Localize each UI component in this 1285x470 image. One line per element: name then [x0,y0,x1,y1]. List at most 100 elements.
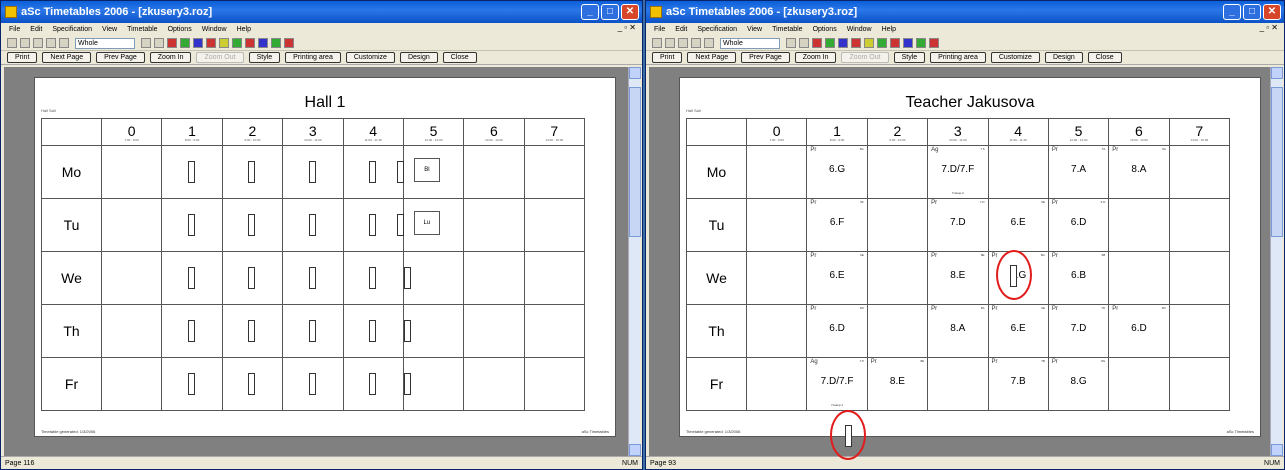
redo-icon[interactable] [154,38,164,48]
lesson-cell[interactable]: Kl [221,304,284,358]
subjects-icon[interactable] [864,38,874,48]
lesson-cell[interactable]: Pr 7A 7.A [1047,145,1110,199]
lesson-cell[interactable]: Pr 6D 6.D [806,304,868,358]
lesson-tag[interactable]: Mi [403,320,411,342]
lesson-cell[interactable] [745,304,808,358]
scroll-down-icon[interactable] [1271,444,1283,456]
lesson-cell[interactable] [745,357,808,411]
menu-specification[interactable]: Specification [52,26,92,33]
subjects-icon[interactable] [219,38,229,48]
lesson-tag[interactable]: Sv [369,373,377,395]
mdi-controls-icon[interactable]: _ ▫ ✕ [618,23,636,32]
minimize-icon[interactable]: _ [581,4,599,20]
lesson-tag[interactable]: Fe [403,267,411,289]
classes-icon[interactable] [838,38,848,48]
lesson-cell[interactable] [866,198,929,252]
printing-area-button[interactable]: Printing area [930,52,986,63]
prev-page-button[interactable]: Prev Page [96,52,145,63]
lesson-cell[interactable]: LpHe [342,145,404,199]
lesson-cell[interactable]: Mi [402,304,465,358]
rooms-icon[interactable] [206,38,216,48]
lesson-tag[interactable]: Fr [308,320,316,342]
view-combo[interactable]: Whole [720,37,780,49]
lesson-cell[interactable] [1168,357,1231,411]
title-bar[interactable]: aSc Timetables 2006 - [zkusery3.roz] _ □… [646,1,1284,23]
new-icon[interactable] [652,38,662,48]
preview-viewport[interactable]: Teacher Jakusova Hall Sali 0 7:00 - 8:00 … [649,67,1271,460]
lesson-cell[interactable] [523,357,586,411]
lesson-cell[interactable]: Ag 7.5 7.D/7.F 7xskup.1 [806,357,868,411]
lesson-tag[interactable]: Lp [248,267,256,289]
classes-icon[interactable] [193,38,203,48]
lesson-cell[interactable]: Gy [161,198,223,252]
printing-area-button[interactable]: Printing area [285,52,341,63]
lesson-cell[interactable] [1108,198,1170,252]
lesson-tag[interactable]: Mr [369,214,377,236]
lesson-cell[interactable] [1108,357,1170,411]
close-icon[interactable]: ✕ [1263,4,1281,20]
menu-window[interactable]: Window [202,26,227,33]
undo-icon[interactable] [141,38,151,48]
lesson-tag[interactable]: Kl [248,320,256,342]
open-icon[interactable] [20,38,30,48]
menu-view[interactable]: View [747,26,762,33]
lesson-cell[interactable]: Kl [282,357,344,411]
zoom-out-button[interactable]: Zoom Out [196,52,244,63]
lesson-cell[interactable]: Tm [342,251,404,305]
lesson-tag[interactable]: Hu [248,373,256,395]
next-page-button[interactable]: Next Page [42,52,92,63]
save-icon[interactable] [678,38,688,48]
redo-icon[interactable] [799,38,809,48]
lesson-cell[interactable]: Fr [282,145,344,199]
lesson-cell[interactable]: 6E 6.E [987,198,1049,252]
lesson-cell[interactable] [523,304,586,358]
generate-icon[interactable] [812,38,822,48]
menu-timetable[interactable]: Timetable [127,26,157,33]
lesson-cell[interactable]: Pr 8G 8.G [1047,357,1110,411]
menu-options[interactable]: Options [168,26,192,33]
menu-help[interactable]: Help [882,26,896,33]
lesson-tag[interactable]: Hn [403,373,411,395]
lesson-cell[interactable] [463,145,525,199]
lesson-cell[interactable] [866,251,929,305]
lesson-cell[interactable]: Pr 6D 6.D [1108,304,1170,358]
maximize-icon[interactable]: □ [1243,4,1261,20]
menu-file[interactable]: File [654,26,665,33]
menu-help[interactable]: Help [237,26,251,33]
design-button[interactable]: Design [1044,52,1083,63]
design-button[interactable]: Design [399,52,438,63]
scroll-up-icon[interactable] [1271,67,1283,79]
title-bar[interactable]: aSc Timetables 2006 - [zkusery3.roz] _ □… [1,1,642,23]
lesson-cell[interactable]: Hu [221,357,284,411]
menu-options[interactable]: Options [813,26,837,33]
chart-icon[interactable] [271,38,281,48]
lesson-cell[interactable]: Pr 6G 6.G [806,145,868,199]
lesson-tag[interactable]: Bo [248,214,256,236]
lesson-tag[interactable]: Wi [188,267,196,289]
lesson-cell[interactable]: Lu [402,198,465,252]
lesson-cell[interactable]: Bl [342,304,404,358]
warning-icon[interactable] [245,38,255,48]
lesson-cell[interactable]: Pr 6.D 6.D [1047,198,1110,252]
lesson-cell[interactable]: Wi [161,251,223,305]
lesson-cell[interactable]: Pr 8E 8.E [866,357,929,411]
lesson-cell[interactable] [100,357,163,411]
lesson-cell[interactable]: Pr 6E 6.E [806,251,868,305]
lesson-cell[interactable] [463,357,525,411]
print-icon[interactable] [46,38,56,48]
lesson-cell[interactable]: MrJk [342,198,404,252]
lesson-cell[interactable]: Lp [221,251,284,305]
lesson-tag[interactable]: Kl [308,373,316,395]
next-page-button[interactable]: Next Page [687,52,737,63]
lesson-cell[interactable] [987,145,1049,199]
lesson-cell[interactable]: Pr 6E 6.E [987,304,1049,358]
lesson-cell[interactable]: Mg [221,145,284,199]
check-icon[interactable] [877,38,887,48]
zoom-out-button[interactable]: Zoom Out [841,52,889,63]
lesson-cell[interactable] [745,198,808,252]
lesson-cell[interactable]: Bl [402,145,465,199]
lesson-cell[interactable]: Pr 8A 8.A [927,304,989,358]
lesson-cell[interactable]: Hn [402,357,465,411]
lesson-cell[interactable]: Fr [282,304,344,358]
lesson-cell[interactable] [523,251,586,305]
